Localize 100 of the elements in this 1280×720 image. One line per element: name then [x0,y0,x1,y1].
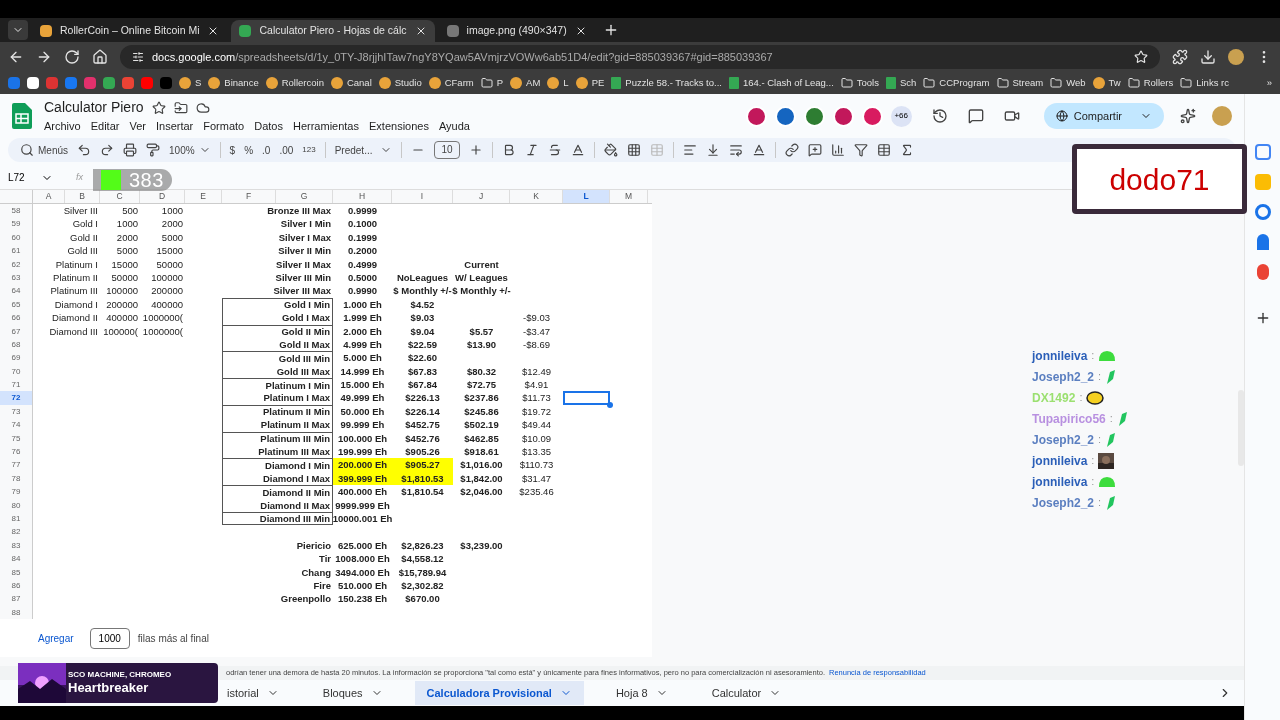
collaborator-avatar[interactable] [832,105,854,127]
table-cell[interactable]: $4.52 [392,297,453,312]
maps-icon[interactable] [1256,264,1269,280]
table-cell[interactable]: Silver III [33,204,100,218]
table-cell[interactable]: $12.49 [510,364,563,379]
table-cell[interactable]: 2000 [100,230,140,245]
fill-handle[interactable] [607,401,613,408]
table-cell[interactable]: 99.999 Eh [333,418,392,432]
table-cell[interactable]: $4.91 [510,378,563,392]
vertical-align-icon[interactable] [705,143,720,157]
comments-icon[interactable] [967,108,984,124]
table-cell[interactable]: 49.999 Eh [333,391,392,405]
table-cell[interactable]: $22.60 [392,351,453,365]
extension-icon[interactable] [1228,49,1244,65]
table-cell[interactable]: Gold II Min [222,324,333,338]
table-cell[interactable]: $2,302.82 [392,578,453,593]
row-header[interactable]: 59 [0,217,33,231]
strikethrough-icon[interactable] [547,143,562,157]
table-cell[interactable]: 100000( [100,324,140,338]
table-cell[interactable]: $2,046.00 [453,485,510,499]
table-cell[interactable]: $905.26 [392,445,453,459]
table-cell[interactable]: $670.00 [392,592,453,606]
table-cell[interactable]: 400000 [100,311,140,325]
bookmark[interactable]: Rollers [1127,75,1174,91]
table-cell[interactable]: $452.75 [392,418,453,432]
column-header[interactable]: A [33,190,65,203]
rotate-text-icon[interactable] [751,143,766,157]
row-header[interactable]: 84 [0,552,33,566]
tab-list-button[interactable] [8,20,28,40]
table-cell[interactable]: $ Monthly +/- [392,284,453,298]
table-cell[interactable]: $72.75 [453,378,510,392]
table-cell[interactable]: Gold II [33,230,100,245]
table-cell[interactable]: Chang [222,565,333,579]
table-cell[interactable]: $ Monthly +/- [453,284,510,298]
table-cell[interactable]: $462.85 [453,431,510,446]
column-header[interactable]: M [610,190,648,203]
table-cell[interactable]: 0.9990 [333,284,392,298]
menu-item[interactable]: Insertar [155,118,194,135]
table-cell[interactable]: $80.32 [453,364,510,379]
table-cell[interactable]: 50.000 Eh [333,404,392,419]
download-icon[interactable] [1200,49,1216,65]
row-header[interactable]: 66 [0,311,33,325]
table-cell[interactable]: 100000 [140,270,185,285]
row-header[interactable]: 72 [0,391,33,405]
table-cell[interactable]: Silver III Min [222,270,333,285]
table-cell[interactable]: Gold I [33,217,100,231]
contacts-icon[interactable] [1256,234,1269,250]
table-cell[interactable]: $15,789.94 [392,565,453,579]
link-icon[interactable] [784,143,799,157]
bookmark[interactable]: Canal [330,75,372,91]
fill-color-icon[interactable] [603,143,618,157]
font-select[interactable]: Predet... [334,142,393,158]
table-cell[interactable]: 15000 [140,244,185,258]
menu-item[interactable]: Extensiones [369,118,429,135]
table-cell[interactable]: $13.35 [510,445,563,459]
column-header[interactable]: I [392,190,453,203]
table-cell[interactable]: $235.46 [510,485,563,499]
row-header[interactable]: 74 [0,418,33,432]
table-cell[interactable]: Platinum I [33,257,100,271]
column-header[interactable]: H [333,190,392,203]
table-cell[interactable]: Gold II Max [222,337,333,352]
move-icon[interactable] [173,100,188,115]
row-header[interactable]: 79 [0,485,33,499]
number-format-button[interactable]: 123 [302,144,316,156]
bookmark[interactable]: Web [1050,75,1086,91]
table-cell[interactable]: 1000 [140,204,185,218]
table-cell[interactable]: Silver III Max [222,284,333,298]
table-cell[interactable]: 15000 [100,257,140,271]
table-cell[interactable]: 0.4999 [333,257,392,271]
table-cell[interactable]: Piericio [222,538,333,553]
bookmark[interactable]: PE [575,75,605,91]
table-cell[interactable]: Silver II Max [222,257,333,271]
more-bookmarks[interactable]: » [1266,75,1272,91]
paint-format-icon[interactable] [146,143,160,157]
bookmark[interactable]: AM [510,75,541,91]
address-bar[interactable]: docs.google.com/spreadsheets/d/1y_0TY-J8rjjhITaw7ngY8YQaw5AVmjrzVOWw6ab51D4/edit?gid=885039367#gid=885039367 [120,45,1160,69]
redo-icon[interactable] [100,143,114,157]
borders-icon[interactable] [626,143,641,157]
align-icon[interactable] [682,143,697,157]
table-cell[interactable]: Fire [222,578,333,593]
table-cell[interactable]: 5.000 Eh [333,351,392,365]
table-cell[interactable]: Diamond II [33,311,100,325]
bookmark[interactable]: Stream [996,75,1044,91]
bookmark[interactable]: Tw [1092,75,1121,91]
table-cell[interactable]: $245.86 [453,404,510,419]
table-cell[interactable]: 15.000 Eh [333,378,392,392]
table-cell[interactable]: $13.90 [453,337,510,352]
table-cell[interactable]: 2000 [140,217,185,231]
bookmark[interactable]: CCProgram [923,75,990,91]
table-cell[interactable]: 1000000( [140,311,185,325]
menu-item[interactable]: Ayuda [438,118,470,135]
bookmark[interactable]: Rollercoin [265,75,324,91]
table-cell[interactable]: $31.47 [510,471,563,486]
table-cell[interactable]: 3494.000 Eh [333,565,392,579]
table-cell[interactable]: 14.999 Eh [333,364,392,379]
zoom-select[interactable]: 100% [169,142,211,158]
row-header[interactable]: 77 [0,458,33,472]
table-cell[interactable]: $19.72 [510,404,563,419]
table-cell[interactable]: 0.1000 [333,217,392,231]
table-cell[interactable]: Diamond II Min [222,485,333,499]
